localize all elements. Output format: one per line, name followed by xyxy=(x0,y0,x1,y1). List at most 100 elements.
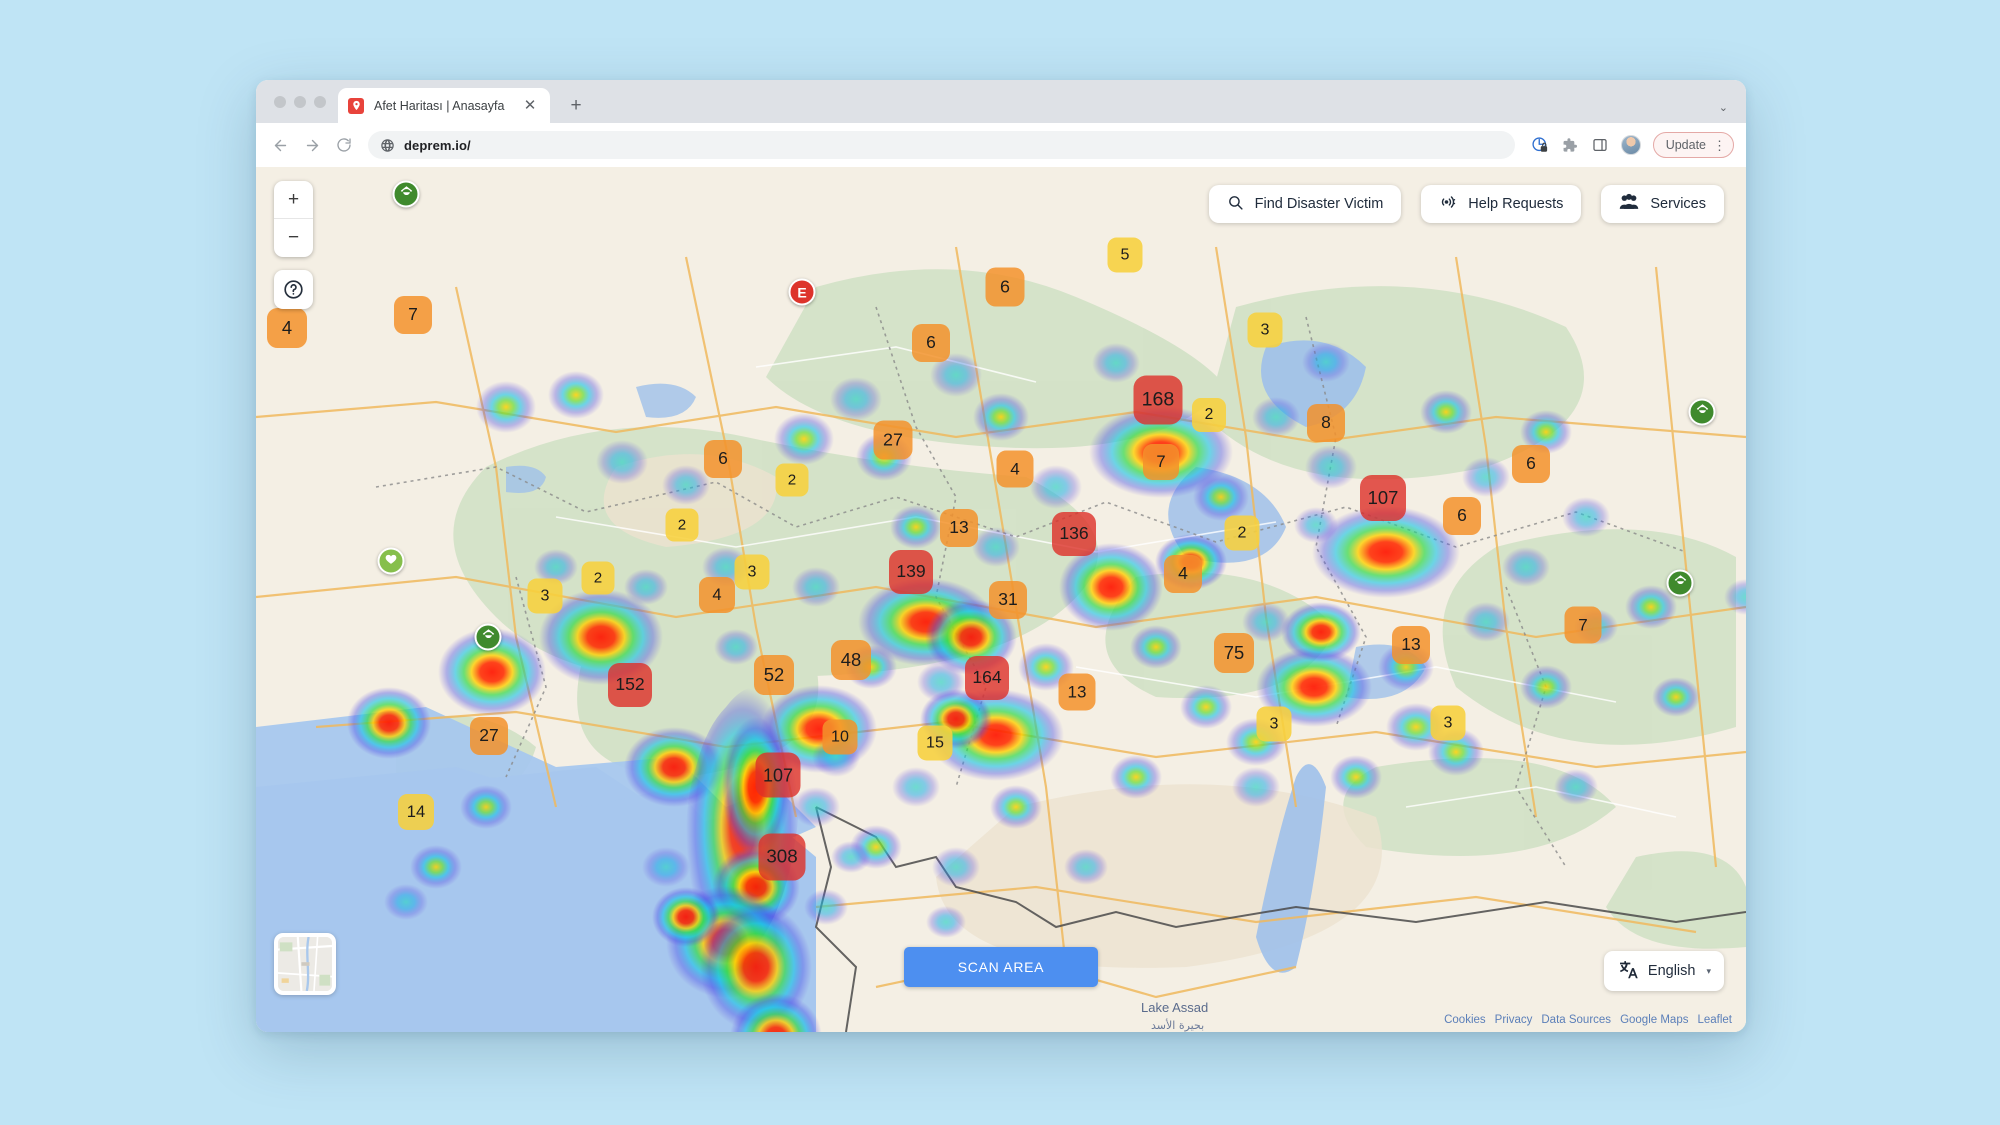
shelter-tent-marker[interactable] xyxy=(392,180,420,208)
shelter-tent-marker[interactable] xyxy=(474,623,502,651)
cluster-marker[interactable]: 4 xyxy=(1164,555,1202,593)
help-button[interactable] xyxy=(274,270,313,309)
cluster-marker[interactable]: 7 xyxy=(1143,444,1179,480)
cluster-marker[interactable]: 168 xyxy=(1133,375,1183,425)
map-action-bar: Find Disaster Victim Help Requests Servi… xyxy=(1208,185,1724,223)
cluster-marker[interactable]: 2 xyxy=(665,508,699,542)
map-layers-button[interactable] xyxy=(274,933,336,995)
cluster-count: 7 xyxy=(408,304,418,325)
cluster-marker[interactable]: 15 xyxy=(917,725,953,761)
profile-avatar[interactable] xyxy=(1620,135,1641,155)
cluster-marker[interactable]: 27 xyxy=(470,717,508,755)
tent-icon xyxy=(1673,574,1687,593)
sidebar-panel-icon[interactable] xyxy=(1587,132,1613,158)
scan-area-button[interactable]: SCAN AREA xyxy=(904,947,1098,987)
cluster-count: 31 xyxy=(998,589,1018,610)
close-window-button[interactable] xyxy=(274,95,286,108)
cluster-marker[interactable]: 3 xyxy=(734,554,770,590)
cluster-count: 308 xyxy=(766,845,798,867)
cluster-marker[interactable]: 152 xyxy=(608,663,652,707)
cluster-marker[interactable]: 13 xyxy=(1058,673,1096,711)
cluster-marker[interactable]: 4 xyxy=(267,308,307,348)
cluster-marker[interactable]: 136 xyxy=(1052,512,1096,556)
aid-heart-marker[interactable] xyxy=(377,547,405,575)
cluster-marker[interactable]: 7 xyxy=(1564,606,1602,644)
find-disaster-victim-button[interactable]: Find Disaster Victim xyxy=(1208,185,1402,223)
cluster-marker[interactable]: 13 xyxy=(940,509,978,547)
services-label: Services xyxy=(1650,196,1706,212)
cluster-count: 52 xyxy=(763,663,785,685)
help-requests-button[interactable]: Help Requests xyxy=(1421,185,1582,223)
cluster-marker[interactable]: 308 xyxy=(758,833,806,881)
cluster-marker[interactable]: 6 xyxy=(704,440,742,478)
shelter-tent-marker[interactable] xyxy=(1688,398,1716,426)
cluster-count: 6 xyxy=(926,332,936,353)
cluster-marker[interactable]: 164 xyxy=(965,656,1009,700)
attribution-leaflet[interactable]: Leaflet xyxy=(1697,1014,1732,1026)
cluster-marker[interactable]: 6 xyxy=(1443,497,1481,535)
tent-icon xyxy=(399,185,413,204)
cluster-marker[interactable]: 27 xyxy=(873,420,913,460)
cluster-marker[interactable]: 2 xyxy=(581,561,615,595)
extensions-puzzle-icon[interactable] xyxy=(1557,132,1583,158)
zoom-in-button[interactable]: + xyxy=(274,181,313,219)
tab-strip: Afet Haritası | Anasayfa ✕ + ⌄ xyxy=(256,80,1746,123)
attribution-data-sources[interactable]: Data Sources xyxy=(1541,1014,1611,1026)
zoom-out-button[interactable]: − xyxy=(274,219,313,257)
cluster-marker[interactable]: 10 xyxy=(822,719,858,755)
address-bar[interactable]: deprem.io/ xyxy=(368,131,1515,159)
cluster-marker[interactable]: 13 xyxy=(1392,626,1430,664)
cluster-marker[interactable]: 4 xyxy=(699,577,735,613)
forward-button[interactable] xyxy=(298,131,326,159)
maximize-window-button[interactable] xyxy=(314,95,326,108)
cluster-count: 13 xyxy=(1401,634,1421,655)
cluster-marker[interactable]: 52 xyxy=(754,655,794,695)
cluster-marker[interactable]: 75 xyxy=(1214,633,1254,673)
find-disaster-victim-label: Find Disaster Victim xyxy=(1254,196,1384,212)
chevron-down-icon[interactable]: ⌄ xyxy=(1719,101,1728,114)
attribution-cookies[interactable]: Cookies xyxy=(1444,1014,1486,1026)
cluster-marker[interactable]: 2 xyxy=(1224,515,1260,551)
shelter-tent-marker[interactable] xyxy=(1666,569,1694,597)
cluster-marker[interactable]: 2 xyxy=(775,463,809,497)
cluster-marker[interactable]: 6 xyxy=(1512,445,1550,483)
map-zoom-controls: + − xyxy=(274,181,313,257)
browser-menu-button[interactable]: ⋮ xyxy=(1713,139,1726,152)
map-viewport[interactable]: Lake Assad بحيرة الأسد 47656326271682824… xyxy=(256,167,1746,1032)
cluster-marker[interactable]: 3 xyxy=(1430,705,1466,741)
minimize-window-button[interactable] xyxy=(294,95,306,108)
attribution-google-maps[interactable]: Google Maps xyxy=(1620,1014,1688,1026)
cluster-marker[interactable]: 6 xyxy=(912,324,950,362)
attribution-privacy[interactable]: Privacy xyxy=(1495,1014,1533,1026)
earthquake-epicenter-marker[interactable]: E xyxy=(788,278,816,306)
cluster-marker[interactable]: 3 xyxy=(1247,312,1283,348)
cluster-count: 2 xyxy=(593,569,603,587)
cluster-marker[interactable]: 3 xyxy=(1256,706,1292,742)
cluster-marker[interactable]: 48 xyxy=(831,640,871,680)
cluster-marker[interactable]: 107 xyxy=(755,752,801,798)
cluster-marker[interactable]: 8 xyxy=(1307,404,1345,442)
services-button[interactable]: Services xyxy=(1601,185,1724,223)
cluster-marker[interactable]: 6 xyxy=(985,267,1025,307)
cluster-marker[interactable]: 139 xyxy=(889,550,933,594)
cluster-marker[interactable]: 3 xyxy=(527,578,563,614)
radar-signal-icon xyxy=(1439,193,1457,215)
cluster-marker[interactable]: 4 xyxy=(996,450,1034,488)
back-button[interactable] xyxy=(266,131,294,159)
privacy-lock-icon[interactable] xyxy=(1527,132,1553,158)
cluster-marker[interactable]: 31 xyxy=(989,581,1027,619)
cluster-marker[interactable]: 2 xyxy=(1192,398,1226,432)
update-button[interactable]: Update ⋮ xyxy=(1652,132,1734,158)
cluster-count: 3 xyxy=(1260,320,1270,339)
new-tab-button[interactable]: + xyxy=(566,95,586,115)
cluster-marker[interactable]: 7 xyxy=(394,296,432,334)
cluster-marker[interactable]: 5 xyxy=(1107,237,1143,273)
language-selector[interactable]: English ▾ xyxy=(1603,951,1724,991)
cluster-count: 6 xyxy=(1526,453,1536,474)
cluster-count: 6 xyxy=(718,448,728,469)
browser-tab[interactable]: Afet Haritası | Anasayfa ✕ xyxy=(338,88,550,123)
close-tab-button[interactable]: ✕ xyxy=(520,96,540,116)
reload-button[interactable] xyxy=(330,131,358,159)
cluster-marker[interactable]: 14 xyxy=(398,794,434,830)
cluster-marker[interactable]: 107 xyxy=(1360,475,1406,521)
